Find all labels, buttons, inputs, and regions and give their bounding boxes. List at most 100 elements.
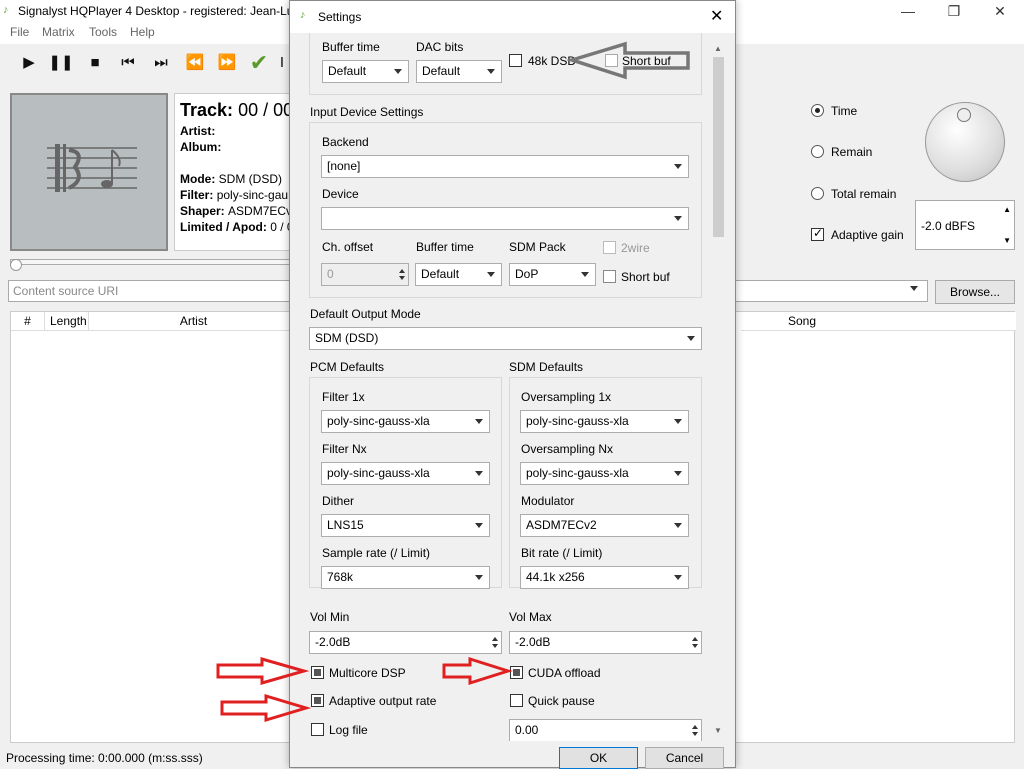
multicore-dsp-checkbox[interactable] xyxy=(311,666,324,679)
rewind-icon[interactable]: ⏪ xyxy=(181,50,209,76)
backend-label: Backend xyxy=(322,135,369,149)
dsd48k-checkbox[interactable] xyxy=(509,54,522,67)
vol-max-spinbox[interactable]: -2.0dB xyxy=(509,631,702,654)
adaptive-gain-checkbox[interactable] xyxy=(811,226,824,241)
play-icon[interactable]: ▶ xyxy=(15,50,43,76)
oversampling1x-select[interactable]: poly-sinc-gauss-xla xyxy=(520,410,689,433)
sample-rate-select[interactable]: 768k xyxy=(321,566,490,589)
album-label: Album: xyxy=(180,140,222,154)
sdm-pack-label: SDM Pack xyxy=(509,240,566,254)
input-buffer-time-select[interactable]: Default xyxy=(415,263,502,286)
next-track-icon[interactable]: ⏭ xyxy=(147,50,175,76)
quick-pause-checkbox[interactable] xyxy=(510,694,523,707)
ch-offset-label: Ch. offset xyxy=(322,240,374,254)
sample-rate-label: Sample rate (/ Limit) xyxy=(322,546,431,560)
settings-scroll-area: Buffer time Default DAC bits Default 48k… xyxy=(290,33,710,741)
column-number[interactable]: # xyxy=(11,312,45,331)
vol-min-spinbox[interactable]: -2.0dB xyxy=(309,631,502,654)
seek-bar[interactable] xyxy=(10,259,300,265)
default-output-mode-select[interactable]: SDM (DSD) xyxy=(309,327,702,350)
oversamplingnx-label: Oversampling Nx xyxy=(521,442,614,456)
seek-handle[interactable] xyxy=(10,259,22,271)
output-buffer-time-select[interactable]: Default xyxy=(322,60,409,83)
menu-help[interactable]: Help xyxy=(130,25,155,39)
artist-label: Artist: xyxy=(180,124,216,138)
volume-spinbox[interactable]: -2.0 dBFS ▲ ▼ xyxy=(915,200,1015,250)
scroll-thumb[interactable] xyxy=(713,57,724,237)
menu-matrix[interactable]: Matrix xyxy=(42,25,75,39)
pause-icon[interactable]: ❚❚ xyxy=(47,50,75,76)
sdm-pack-select[interactable]: DoP xyxy=(509,263,596,286)
stop-icon[interactable]: ■ xyxy=(81,50,109,76)
music-notation-icon xyxy=(47,144,137,192)
settings-close-icon[interactable]: ✕ xyxy=(710,6,723,26)
close-icon[interactable]: ✕ xyxy=(977,0,1023,22)
total-remain-radio[interactable] xyxy=(811,187,824,200)
bit-rate-select[interactable]: 44.1k x256 xyxy=(520,566,689,589)
column-song[interactable]: Song xyxy=(741,312,1016,331)
device-select[interactable] xyxy=(321,207,689,230)
dither-select[interactable]: LNS15 xyxy=(321,514,490,537)
app-icon: ♪ xyxy=(3,4,9,16)
menu-tools[interactable]: Tools xyxy=(89,25,117,39)
filternx-select[interactable]: poly-sinc-gauss-xla xyxy=(321,462,490,485)
mode-label: Mode: SDM (DSD) xyxy=(180,172,282,186)
track-info-panel: Track: 00 / 00 Artist: Album: Mode: SDM … xyxy=(174,93,299,251)
cuda-offload-label: CUDA offload xyxy=(528,666,601,680)
adaptive-output-rate-label: Adaptive output rate xyxy=(329,694,437,708)
log-file-checkbox[interactable] xyxy=(311,723,324,736)
column-artist[interactable]: Artist xyxy=(89,312,299,331)
previous-track-icon[interactable]: ⏮ xyxy=(114,50,142,76)
processing-time-text: Processing time: 0:00.000 (m:ss.sss) xyxy=(6,751,203,765)
fast-forward-icon[interactable]: ⏩ xyxy=(213,50,241,76)
input-buffer-time-label: Buffer time xyxy=(416,240,474,254)
settings-dialog: ♪ Settings ✕ Buffer time Default DAC bit… xyxy=(289,0,736,769)
cancel-button[interactable]: Cancel xyxy=(645,747,724,769)
check-icon[interactable]: ✔ xyxy=(245,50,273,76)
minimize-icon[interactable]: — xyxy=(885,0,931,22)
output-buffer-time-label: Buffer time xyxy=(322,40,380,54)
time-radio[interactable] xyxy=(811,104,824,117)
backend-select[interactable]: [none] xyxy=(321,155,689,178)
adaptive-gain-label: Adaptive gain xyxy=(831,228,904,242)
ok-button[interactable]: OK xyxy=(559,747,638,769)
bit-rate-label: Bit rate (/ Limit) xyxy=(521,546,603,560)
filter1x-select[interactable]: poly-sinc-gauss-xla xyxy=(321,410,490,433)
browse-button[interactable]: Browse... xyxy=(935,280,1015,304)
menu-file[interactable]: File xyxy=(10,25,29,39)
album-cover xyxy=(10,93,168,251)
adaptive-output-rate-checkbox[interactable] xyxy=(311,694,324,707)
modulator-select[interactable]: ASDM7ECv2 xyxy=(520,514,689,537)
quick-pause-label: Quick pause xyxy=(528,694,595,708)
track-label: Track: 00 / 00 xyxy=(180,100,294,120)
volume-down-icon[interactable]: ▼ xyxy=(1003,236,1011,245)
dac-bits-label: DAC bits xyxy=(416,40,464,54)
bottom-spinbox[interactable]: 0.00 xyxy=(509,719,702,741)
settings-scrollbar[interactable]: ▲ ▼ xyxy=(711,42,726,739)
oversamplingnx-select[interactable]: poly-sinc-gauss-xla xyxy=(520,462,689,485)
column-length[interactable]: Length xyxy=(45,312,89,331)
ch-offset-spinbox[interactable]: 0 xyxy=(321,263,409,286)
settings-title: Settings xyxy=(318,10,362,24)
twowire-label: 2wire xyxy=(621,241,650,255)
scroll-up-icon[interactable]: ▲ xyxy=(714,44,722,53)
volume-value: -2.0 dBFS xyxy=(921,219,976,233)
toolbar-cut-item[interactable]: I xyxy=(276,50,288,76)
twowire-checkbox[interactable] xyxy=(603,241,616,254)
output-short-buf-label: Short buf xyxy=(622,54,671,68)
dac-bits-select[interactable]: Default xyxy=(416,60,502,83)
input-short-buf-checkbox[interactable] xyxy=(603,270,616,283)
maximize-icon[interactable]: ❐ xyxy=(931,0,977,22)
scroll-down-icon[interactable]: ▼ xyxy=(714,726,722,735)
uri-dropdown-icon[interactable] xyxy=(910,286,918,291)
volume-up-icon[interactable]: ▲ xyxy=(1003,205,1011,214)
cuda-offload-checkbox[interactable] xyxy=(510,666,523,679)
output-short-buf-checkbox[interactable] xyxy=(605,54,618,67)
pcm-defaults-title: PCM Defaults xyxy=(310,360,385,374)
default-output-mode-label: Default Output Mode xyxy=(310,307,421,321)
input-device-group-title: Input Device Settings xyxy=(310,105,424,119)
remain-radio[interactable] xyxy=(811,145,824,158)
window-title: Signalyst HQPlayer 4 Desktop - registere… xyxy=(18,4,294,18)
filter-label: Filter: poly-sinc-gau xyxy=(180,188,289,202)
volume-knob-indicator xyxy=(957,108,971,122)
